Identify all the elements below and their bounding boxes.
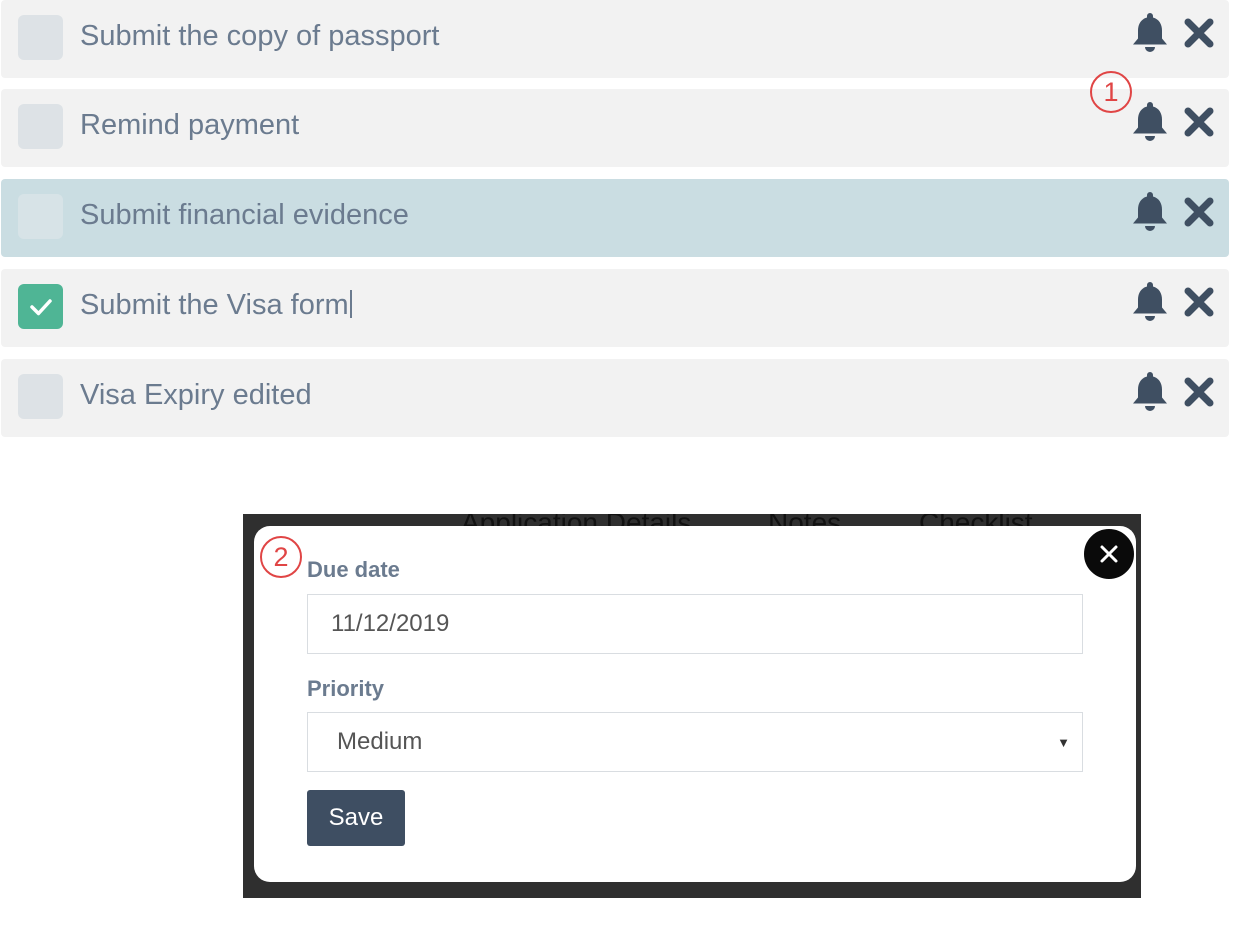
annotation-marker-2: 2 xyxy=(260,536,302,578)
bell-icon[interactable] xyxy=(1130,370,1170,412)
close-icon[interactable] xyxy=(1182,195,1216,229)
task-label[interactable]: Submit the Visa form xyxy=(80,287,352,323)
due-date-label: Due date xyxy=(307,557,400,582)
task-checkbox[interactable] xyxy=(18,15,63,60)
priority-select[interactable]: Medium ▼ xyxy=(307,712,1083,772)
close-icon[interactable] xyxy=(1182,16,1216,50)
task-checkbox[interactable] xyxy=(18,194,63,239)
close-icon xyxy=(1100,545,1118,563)
task-row[interactable]: Submit the Visa form xyxy=(1,269,1229,347)
close-icon[interactable] xyxy=(1182,285,1216,319)
priority-value: Medium xyxy=(337,728,423,755)
chevron-down-icon: ▼ xyxy=(1057,735,1070,750)
modal-close-button[interactable] xyxy=(1082,527,1136,581)
task-row[interactable]: Submit financial evidence xyxy=(1,179,1229,257)
bell-icon[interactable] xyxy=(1130,280,1170,322)
checkmark-icon xyxy=(30,299,52,316)
task-row[interactable]: Submit the copy of passport xyxy=(1,0,1229,78)
close-icon[interactable] xyxy=(1182,105,1216,139)
task-checkbox[interactable] xyxy=(18,374,63,419)
task-row[interactable]: Visa Expiry edited xyxy=(1,359,1229,437)
save-button[interactable]: Save xyxy=(307,790,405,846)
bell-icon[interactable] xyxy=(1130,11,1170,53)
task-checkbox-checked[interactable] xyxy=(18,284,63,329)
task-label: Submit the copy of passport xyxy=(80,20,440,52)
bell-icon[interactable] xyxy=(1130,190,1170,232)
task-checkbox[interactable] xyxy=(18,104,63,149)
task-label: Visa Expiry edited xyxy=(80,379,312,411)
due-date-input[interactable]: 11/12/2019 xyxy=(307,594,1083,654)
priority-label: Priority xyxy=(307,676,385,701)
task-label: Remind payment xyxy=(80,109,300,141)
bell-icon[interactable] xyxy=(1130,100,1170,142)
task-row[interactable]: Remind payment xyxy=(1,89,1229,167)
due-date-value: 11/12/2019 xyxy=(331,610,450,637)
task-label: Submit financial evidence xyxy=(80,199,409,231)
close-icon[interactable] xyxy=(1182,375,1216,409)
annotation-marker-1: 1 xyxy=(1090,71,1132,113)
